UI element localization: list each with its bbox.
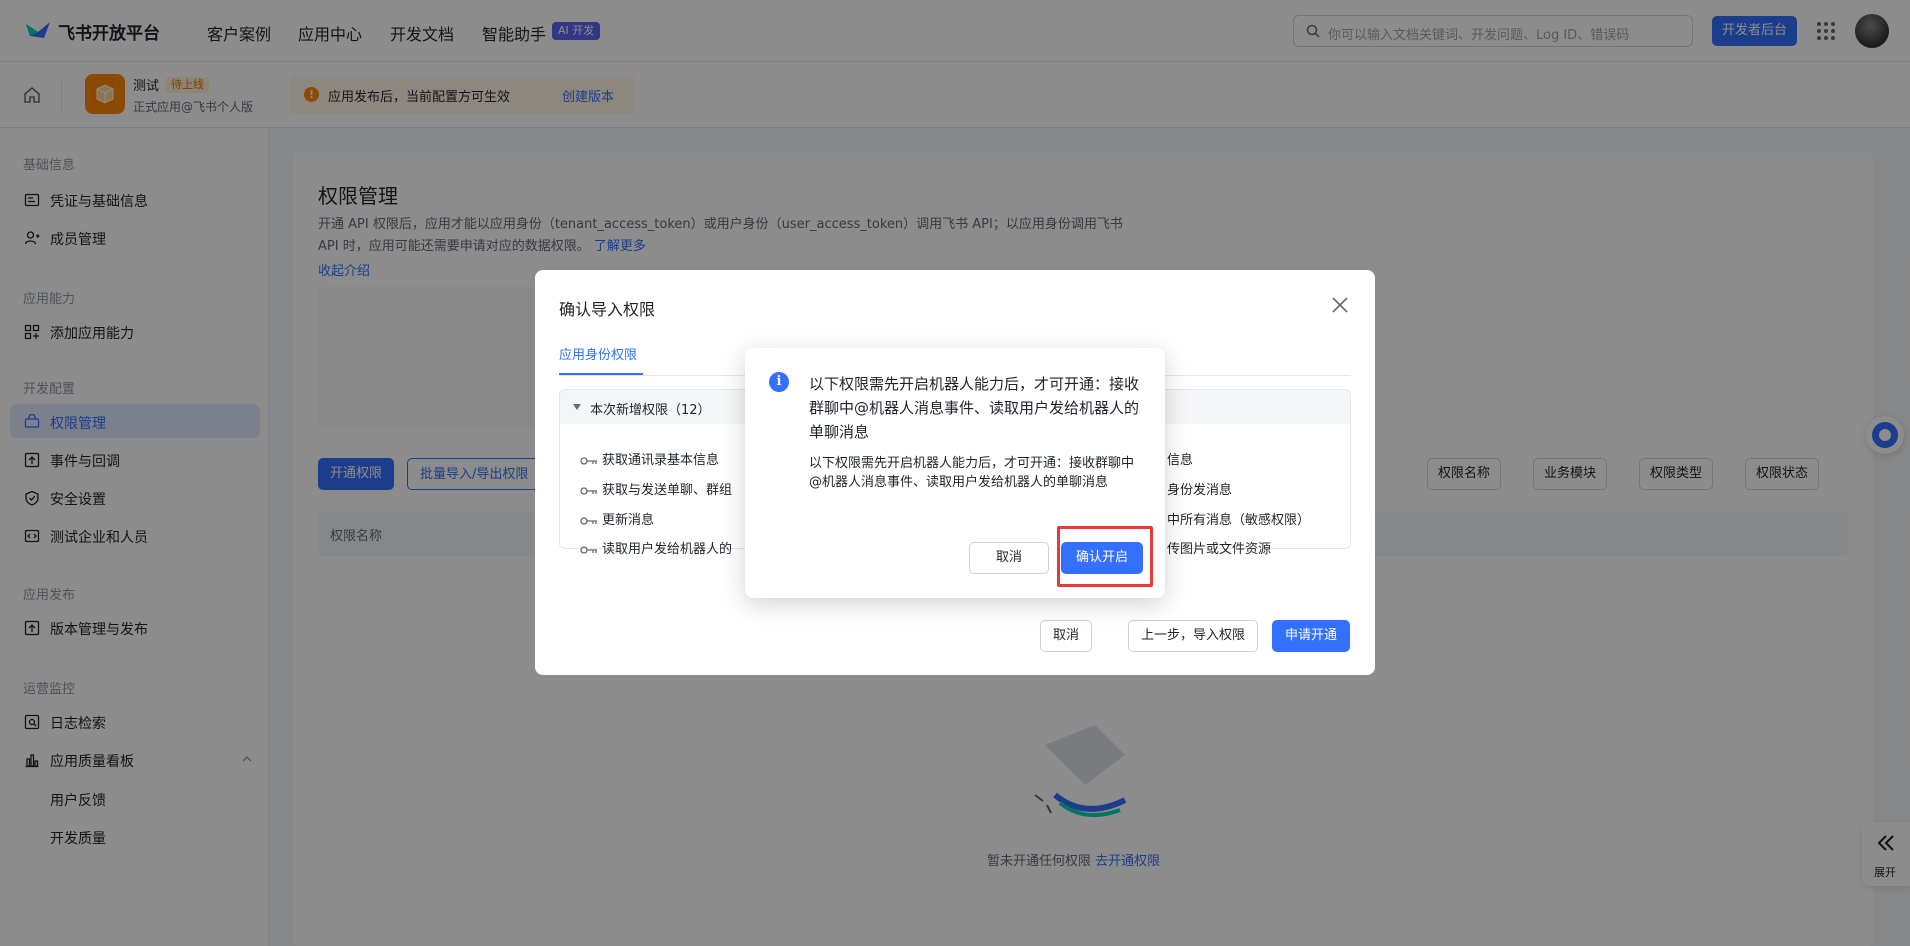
apply-open-button[interactable]: 申请开通 — [1272, 620, 1351, 652]
permission-label: 传图片或文件资源 — [1167, 542, 1272, 557]
tab-app-identity-permission[interactable]: 应用身份权限 — [559, 344, 637, 363]
permission-item: 获取与发送单聊、群组 — [580, 479, 732, 498]
confirm-cancel-button[interactable]: 取消 — [969, 542, 1049, 574]
permission-item: 信息 — [1167, 449, 1193, 468]
permission-item: 中所有消息（敏感权限） — [1167, 509, 1310, 528]
dialog-cancel-button[interactable]: 取消 — [1040, 620, 1093, 652]
permission-label: 读取用户发给机器人的 — [602, 542, 733, 557]
dialog-title: 确认导入权限 — [559, 300, 656, 319]
key-icon — [580, 545, 597, 554]
confirm-body: 以下权限需先开启机器人能力后，才可开通：接收群聊中@机器人消息事件、读取用户发给… — [809, 456, 1135, 490]
highlight-box — [1057, 526, 1153, 587]
caret-down-icon — [573, 404, 581, 410]
permission-label: 中所有消息（敏感权限） — [1167, 513, 1311, 528]
close-icon[interactable] — [1331, 296, 1349, 314]
permission-item: 获取通讯录基本信息 — [580, 449, 719, 468]
tab-active-indicator — [559, 373, 643, 375]
permission-item: 身份发消息 — [1167, 479, 1232, 498]
permission-label: 获取与发送单聊、群组 — [602, 483, 733, 498]
permission-label: 获取通讯录基本信息 — [602, 453, 720, 468]
info-icon: i — [769, 372, 789, 392]
previous-step-button[interactable]: 上一步，导入权限 — [1128, 620, 1259, 652]
permission-label: 信息 — [1167, 453, 1194, 468]
permission-label: 更新消息 — [602, 513, 655, 528]
permission-item: 更新消息 — [580, 509, 654, 528]
permissions-count: 本次新增权限（12） — [590, 403, 711, 418]
key-icon — [580, 516, 597, 525]
confirm-title: 以下权限需先开启机器人能力后，才可开通：接收群聊中@机器人消息事件、读取用户发给… — [809, 375, 1140, 441]
key-icon — [580, 486, 597, 495]
permission-item: 传图片或文件资源 — [1167, 538, 1271, 557]
key-icon — [580, 456, 597, 465]
permission-item: 读取用户发给机器人的 — [580, 538, 732, 557]
permission-label: 身份发消息 — [1167, 483, 1233, 498]
